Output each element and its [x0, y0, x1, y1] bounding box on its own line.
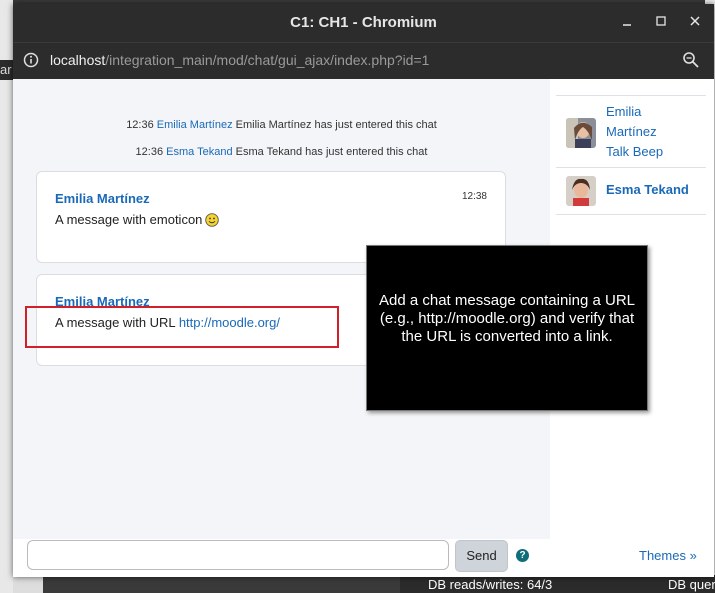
smiley-icon [205, 213, 220, 227]
minimize-button[interactable] [617, 12, 637, 32]
message-text: A message with emoticon [55, 212, 220, 227]
background-bottom-strip [13, 575, 43, 593]
url-host: localhost [50, 52, 106, 68]
db-reads-text: DB reads/writes: 64/3 [428, 577, 553, 592]
system-message-user-link[interactable]: Esma Tekand [166, 146, 232, 158]
message-time: 12:38 [461, 191, 487, 202]
help-icon[interactable]: ? [516, 549, 529, 562]
background-window-edge [0, 0, 13, 593]
window-title: C1: CH1 - Chromium [290, 14, 437, 31]
user-status: Talk Beep [606, 144, 664, 159]
maximize-button[interactable] [651, 12, 671, 32]
message-input[interactable] [27, 540, 449, 570]
address-bar[interactable]: localhost/integration_main/mod/chat/gui_… [13, 42, 714, 79]
themes-link[interactable]: Themes » [639, 548, 697, 563]
user-name[interactable]: Emilia Martínez Talk Beep [606, 102, 686, 162]
close-button[interactable] [685, 12, 705, 32]
user-list-item[interactable]: Emilia Martínez Talk Beep [556, 95, 706, 168]
user-list-item[interactable]: Esma Tekand [556, 167, 706, 215]
highlight-box [25, 306, 339, 348]
message-author[interactable]: Emilia Martínez [55, 191, 150, 206]
zoom-icon[interactable] [682, 51, 700, 69]
title-bar: C1: CH1 - Chromium [13, 4, 714, 42]
avatar [566, 118, 596, 148]
url-text[interactable]: localhost/integration_main/mod/chat/gui_… [50, 52, 429, 68]
chat-popup-window: C1: CH1 - Chromium localhost/integration… [13, 4, 714, 577]
message-input-bar: Send ? Themes » [13, 539, 714, 577]
background-text-fragment: ar [0, 62, 12, 77]
send-button[interactable]: Send [455, 540, 508, 572]
close-icon [690, 16, 700, 26]
minimize-icon [623, 24, 631, 26]
system-message: 12:36 Emilia Martínez Emilia Martínez ha… [126, 119, 437, 131]
page-content: 12:36 Emilia Martínez Emilia Martínez ha… [13, 79, 714, 577]
avatar [566, 176, 596, 206]
system-message: 12:36 Esma Tekand Esma Tekand has just e… [135, 146, 428, 158]
info-icon[interactable] [23, 52, 39, 68]
instruction-tooltip: Add a chat message containing a URL (e.g… [366, 245, 648, 411]
db-queries-text: DB quer [668, 577, 715, 592]
system-message-user-link[interactable]: Emilia Martínez [157, 119, 233, 131]
user-name[interactable]: Esma Tekand [606, 180, 689, 200]
performance-footer: DB reads/writes: 64/3 DB quer [400, 575, 715, 593]
url-path: /integration_main/mod/chat/gui_ajax/inde… [105, 52, 430, 68]
maximize-icon [656, 16, 666, 26]
